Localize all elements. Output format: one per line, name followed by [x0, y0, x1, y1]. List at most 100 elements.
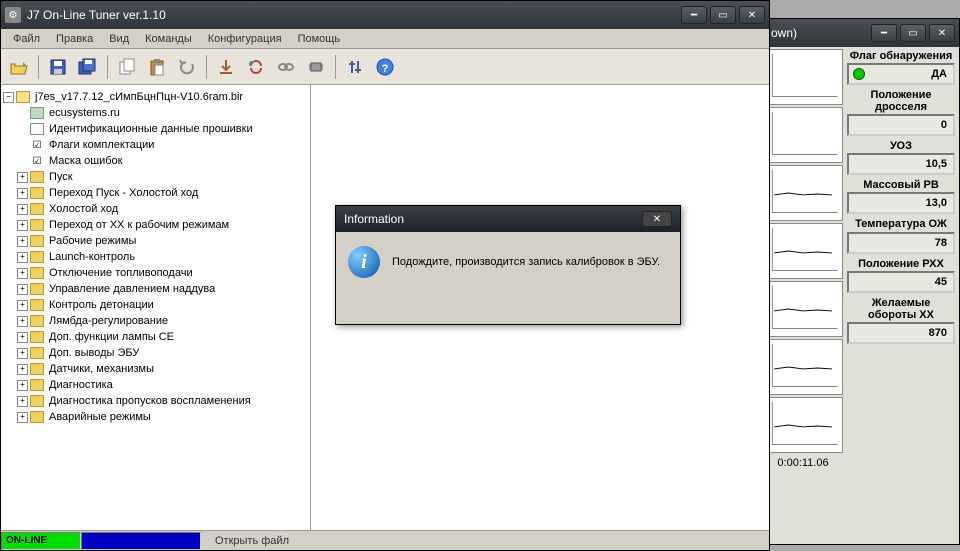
expand-icon[interactable]: +: [17, 332, 28, 343]
tree-label[interactable]: Переход Пуск - Холостой ход: [47, 187, 200, 199]
tree-label[interactable]: Рабочие режимы: [47, 235, 138, 247]
minimize-button[interactable]: ━: [681, 6, 707, 24]
help-icon[interactable]: ?: [371, 53, 399, 81]
expand-icon[interactable]: +: [17, 284, 28, 295]
tree-node[interactable]: ☑Флаги комплектации: [3, 137, 308, 153]
tree-node[interactable]: + Лямбда-регулирование: [3, 313, 308, 329]
expand-icon[interactable]: +: [17, 268, 28, 279]
tree-label[interactable]: Отключение топливоподачи: [47, 267, 195, 279]
paste-icon[interactable]: [143, 53, 171, 81]
tree-view[interactable]: − j7es_v17.7.12_cИмпБцнПцн-V10.6ram.bir …: [1, 85, 311, 530]
expand-icon[interactable]: +: [17, 380, 28, 391]
tree-node[interactable]: + Управление давлением наддува: [3, 281, 308, 297]
expand-icon[interactable]: +: [17, 172, 28, 183]
tree-node[interactable]: + Холостой ход: [3, 201, 308, 217]
open-icon[interactable]: [5, 53, 33, 81]
expand-icon[interactable]: +: [17, 396, 28, 407]
tree-label[interactable]: Доп. функции лампы CE: [47, 331, 176, 343]
undo-icon[interactable]: [173, 53, 201, 81]
menu-config[interactable]: Конфигурация: [200, 31, 290, 47]
tree-label[interactable]: Контроль детонации: [47, 299, 156, 311]
side-maximize-button[interactable]: ▭: [900, 24, 926, 42]
mini-graph[interactable]: [763, 165, 843, 221]
dialog-title: Information: [344, 212, 642, 226]
expand-icon[interactable]: +: [17, 316, 28, 327]
dialog-title-bar[interactable]: Information ✕: [336, 206, 680, 232]
tree-node[interactable]: + Контроль детонации: [3, 297, 308, 313]
tree-node[interactable]: + Доп. выводы ЭБУ: [3, 345, 308, 361]
tree-label[interactable]: Маска ошибок: [47, 155, 124, 167]
mini-graph[interactable]: [763, 49, 843, 105]
mini-graph[interactable]: [763, 339, 843, 395]
tree-node[interactable]: + Launch-контроль: [3, 249, 308, 265]
tree-node[interactable]: + Пуск: [3, 169, 308, 185]
dialog-close-button[interactable]: ✕: [642, 211, 672, 227]
expand-icon[interactable]: +: [17, 220, 28, 231]
download-icon[interactable]: [212, 53, 240, 81]
side-close-button[interactable]: ✕: [929, 24, 955, 42]
maximize-button[interactable]: ▭: [710, 6, 736, 24]
tree-node[interactable]: + Диагностика: [3, 377, 308, 393]
tree-label[interactable]: Launch-контроль: [47, 251, 137, 263]
tree-label[interactable]: Идентификационные данные прошивки: [47, 123, 255, 135]
menu-commands[interactable]: Команды: [137, 31, 200, 47]
tree-root[interactable]: − j7es_v17.7.12_cИмпБцнПцн-V10.6ram.bir: [3, 89, 308, 105]
expand-icon[interactable]: +: [17, 364, 28, 375]
tree-label[interactable]: Холостой ход: [47, 203, 120, 215]
close-button[interactable]: ✕: [739, 6, 765, 24]
chip-icon[interactable]: [302, 53, 330, 81]
expand-icon[interactable]: +: [17, 236, 28, 247]
tree-node[interactable]: + Датчики, механизмы: [3, 361, 308, 377]
expand-icon[interactable]: +: [17, 204, 28, 215]
folder-icon: [30, 187, 44, 199]
tree-label[interactable]: Пуск: [47, 171, 75, 183]
mini-graph[interactable]: [763, 223, 843, 279]
save-icon[interactable]: [44, 53, 72, 81]
tree-label[interactable]: Диагностика: [47, 379, 115, 391]
tree-label[interactable]: Доп. выводы ЭБУ: [47, 347, 141, 359]
side-title-bar[interactable]: own) ━ ▭ ✕: [761, 19, 959, 47]
menu-help[interactable]: Помощь: [290, 31, 349, 47]
tree-label[interactable]: Флаги комплектации: [47, 139, 156, 151]
dialog-message: Подождите, производится запись калиброво…: [392, 256, 660, 268]
menu-edit[interactable]: Правка: [48, 31, 101, 47]
tree-label[interactable]: Лямбда-регулирование: [47, 315, 170, 327]
link-icon[interactable]: [272, 53, 300, 81]
tree-node[interactable]: + Переход Пуск - Холостой ход: [3, 185, 308, 201]
side-minimize-button[interactable]: ━: [871, 24, 897, 42]
tree-node[interactable]: + Доп. функции лампы CE: [3, 329, 308, 345]
settings-icon[interactable]: [341, 53, 369, 81]
expand-icon[interactable]: +: [17, 188, 28, 199]
mini-graph[interactable]: [763, 107, 843, 163]
menu-file[interactable]: Файл: [5, 31, 48, 47]
save-all-icon[interactable]: [74, 53, 102, 81]
tree-node[interactable]: + Отключение топливоподачи: [3, 265, 308, 281]
tree-label[interactable]: Управление давлением наддува: [47, 283, 217, 295]
tree-node[interactable]: + Переход от XX к рабочим режимам: [3, 217, 308, 233]
tree-node[interactable]: Идентификационные данные прошивки: [3, 121, 308, 137]
tree-node[interactable]: + Рабочие режимы: [3, 233, 308, 249]
expand-icon[interactable]: +: [17, 412, 28, 423]
tree-label[interactable]: Переход от XX к рабочим режимам: [47, 219, 231, 231]
sync-icon[interactable]: [242, 53, 270, 81]
tree-root-label[interactable]: j7es_v17.7.12_cИмпБцнПцн-V10.6ram.bir: [33, 91, 245, 103]
tree-node[interactable]: ☑Маска ошибок: [3, 153, 308, 169]
info-dialog: Information ✕ i Подождите, производится …: [335, 205, 681, 325]
tree-node[interactable]: + Аварийные режимы: [3, 409, 308, 425]
tree-label[interactable]: Датчики, механизмы: [47, 363, 156, 375]
tree-label[interactable]: ecusystems.ru: [47, 107, 122, 119]
menu-view[interactable]: Вид: [101, 31, 137, 47]
mini-graph[interactable]: [763, 397, 843, 453]
value-block: Положение дросселя0: [847, 88, 955, 136]
expand-icon[interactable]: +: [17, 252, 28, 263]
copy-icon[interactable]: [113, 53, 141, 81]
expand-icon[interactable]: +: [17, 348, 28, 359]
collapse-icon[interactable]: −: [3, 92, 14, 103]
tree-node[interactable]: ecusystems.ru: [3, 105, 308, 121]
expand-icon[interactable]: +: [17, 300, 28, 311]
tree-label[interactable]: Диагностика пропусков воспламенения: [47, 395, 253, 407]
tree-node[interactable]: + Диагностика пропусков воспламенения: [3, 393, 308, 409]
tree-label[interactable]: Аварийные режимы: [47, 411, 153, 423]
mini-graph[interactable]: [763, 281, 843, 337]
title-bar[interactable]: ⚙ J7 On-Line Tuner ver.1.10 ━ ▭ ✕: [1, 1, 769, 29]
